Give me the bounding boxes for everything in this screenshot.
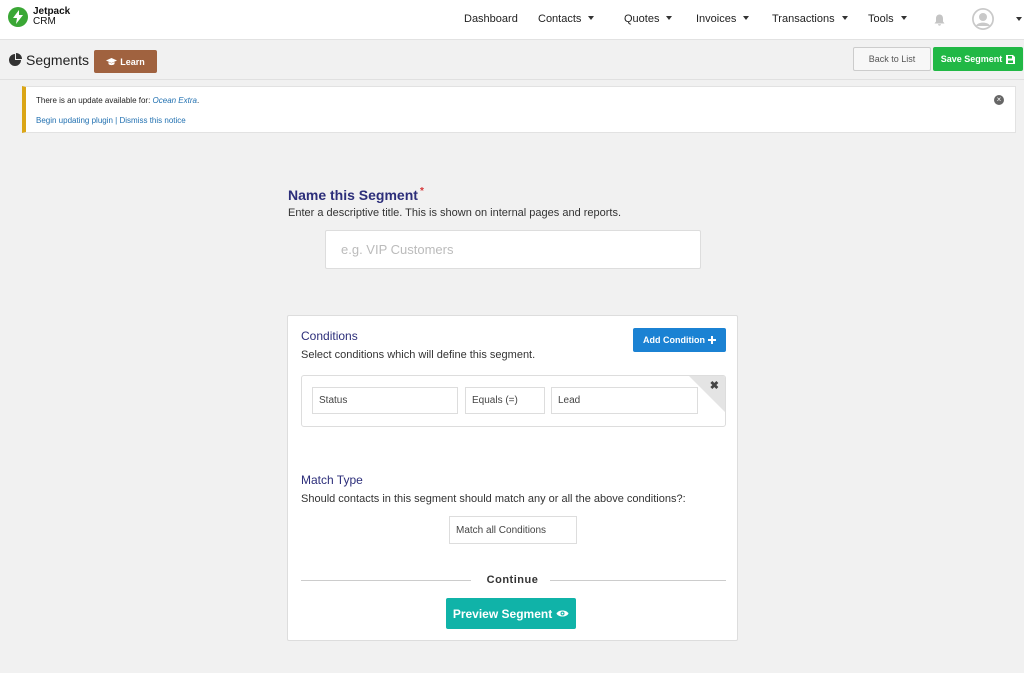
nav-transactions-label: Transactions: [772, 13, 835, 25]
begin-update-link[interactable]: Begin updating plugin: [36, 116, 113, 125]
match-type-description: Should contacts in this segment should m…: [301, 493, 686, 505]
add-condition-button[interactable]: Add Condition: [633, 328, 726, 352]
save-segment-label: Save Segment: [940, 54, 1003, 64]
brand-name: Jetpack CRM: [33, 6, 71, 27]
match-type-heading: Match Type: [301, 473, 363, 487]
nav-dashboard[interactable]: Dashboard: [464, 13, 518, 25]
nav-invoices[interactable]: Invoices: [696, 13, 750, 25]
segment-name-description: Enter a descriptive title. This is shown…: [288, 207, 622, 219]
dismiss-notice-link[interactable]: Dismiss this notice: [119, 116, 185, 125]
nav-quotes[interactable]: Quotes: [624, 13, 673, 25]
notice-plugin-name[interactable]: Ocean Extra: [153, 96, 197, 105]
page-title: Segments: [26, 52, 90, 68]
condition-operator-select[interactable]: Equals (=): [465, 387, 545, 414]
required-marker: *: [419, 186, 424, 197]
notice-actions: Begin updating plugin | Dismiss this not…: [36, 116, 186, 125]
learn-label: Learn: [120, 56, 145, 67]
chevron-down-icon: [900, 16, 907, 20]
conditions-card: Conditions Select conditions which will …: [287, 315, 738, 641]
nav-tools-label: Tools: [868, 13, 894, 25]
nav-contacts-label: Contacts: [538, 13, 582, 25]
conditions-description: Select conditions which will define this…: [301, 349, 536, 361]
chevron-down-icon[interactable]: [1016, 17, 1022, 21]
plus-icon: [707, 336, 716, 344]
preview-segment-button[interactable]: Preview Segment: [446, 598, 576, 629]
segment-name-input[interactable]: [325, 230, 701, 269]
back-to-list-button[interactable]: Back to List: [853, 47, 931, 71]
brand-logo[interactable]: Jetpack CRM: [8, 7, 70, 27]
update-notice: There is an update available for: Ocean …: [22, 86, 1016, 133]
notice-message: There is an update available for: Ocean …: [36, 96, 200, 105]
nav-quotes-label: Quotes: [624, 13, 660, 25]
lightning-icon: [8, 7, 28, 27]
condition-row: ✖ Status Equals (=) Lead: [301, 375, 726, 427]
chevron-down-icon: [743, 16, 750, 20]
graduation-cap-icon: [106, 57, 118, 65]
close-icon[interactable]: ×: [994, 95, 1004, 105]
preview-segment-label: Preview Segment: [452, 606, 553, 621]
segment-name-heading: Name this Segment *: [288, 186, 424, 203]
nav-contacts[interactable]: Contacts: [538, 13, 595, 25]
conditions-heading: Conditions: [301, 329, 358, 343]
continue-label: Continue: [288, 574, 737, 586]
condition-field-select[interactable]: Status: [312, 387, 458, 414]
nav-transactions[interactable]: Transactions: [772, 13, 848, 25]
user-avatar[interactable]: [972, 8, 994, 30]
nav-invoices-label: Invoices: [696, 13, 737, 25]
chevron-down-icon: [841, 16, 848, 20]
add-condition-label: Add Condition: [643, 335, 705, 345]
floppy-disk-icon: [1006, 54, 1016, 64]
match-type-select[interactable]: Match all Conditions: [449, 516, 577, 544]
pie-chart-icon: [8, 53, 22, 72]
bell-icon[interactable]: [934, 13, 945, 31]
top-nav-bar: Jetpack CRM Dashboard Contacts Quotes In…: [0, 0, 1024, 40]
condition-value-select[interactable]: Lead: [551, 387, 698, 414]
save-segment-button[interactable]: Save Segment: [933, 47, 1023, 71]
learn-button[interactable]: Learn: [94, 50, 157, 73]
chevron-down-icon: [666, 16, 673, 20]
nav-tools[interactable]: Tools: [868, 13, 907, 25]
remove-condition-icon[interactable]: ✖: [710, 379, 719, 392]
chevron-down-icon: [588, 16, 595, 20]
eye-icon: [556, 610, 569, 617]
